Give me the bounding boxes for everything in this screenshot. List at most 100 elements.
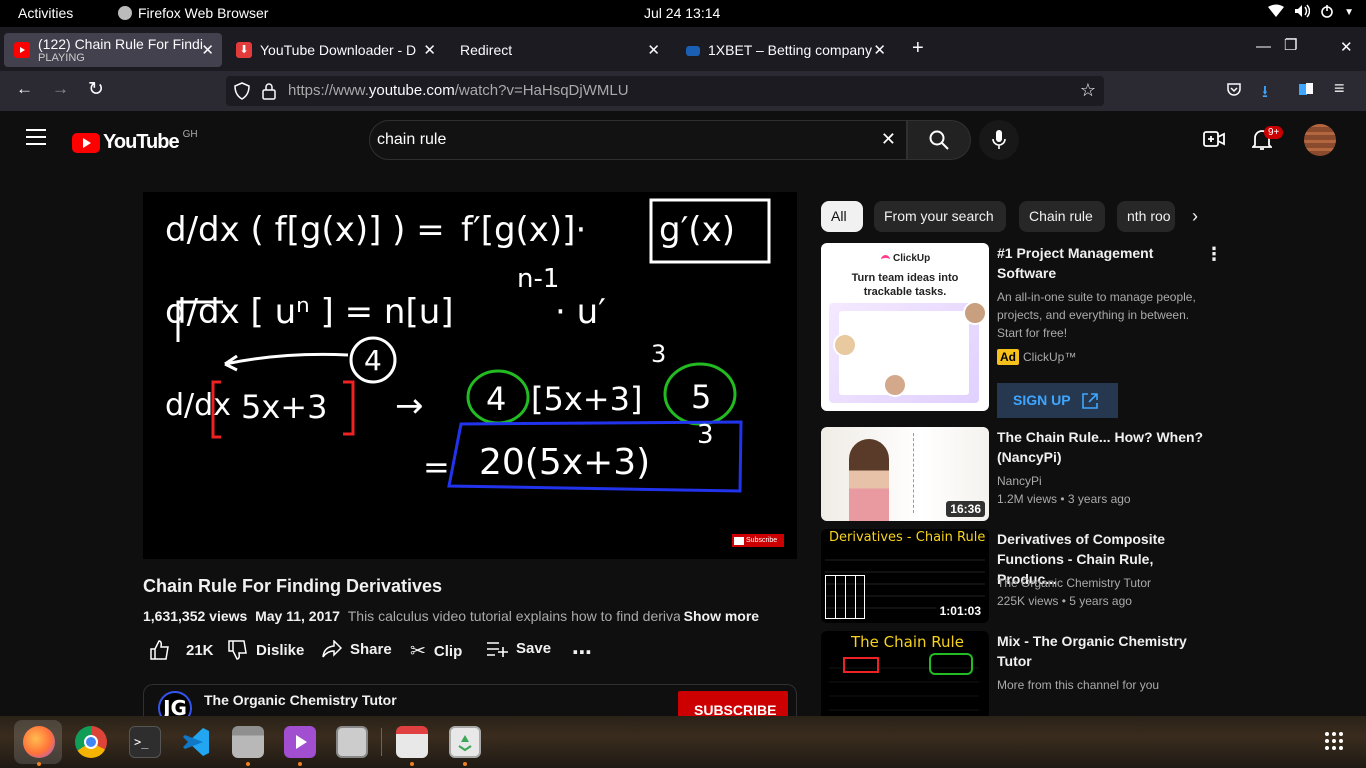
lock-icon[interactable] — [262, 82, 276, 104]
firefox-dock-icon[interactable] — [23, 726, 55, 758]
show-more-link[interactable]: Show more — [684, 608, 759, 624]
app-menu[interactable]: Firefox Web Browser — [118, 5, 268, 21]
close-tab-icon[interactable]: ✕ — [873, 41, 886, 59]
ad-advertiser: ClickUp™ — [1023, 350, 1077, 364]
system-tray[interactable]: ▼ — [1268, 4, 1354, 21]
running-indicator — [37, 762, 41, 766]
voice-search-button[interactable] — [979, 120, 1019, 160]
video-description-snippet[interactable]: 1,631,352 views May 11, 2017 This calcul… — [143, 608, 759, 624]
bookmark-star-icon[interactable]: ☆ — [1080, 80, 1096, 101]
shield-icon[interactable] — [234, 82, 250, 104]
clear-search-icon[interactable]: ✕ — [881, 129, 896, 150]
chip-all[interactable]: All — [821, 201, 863, 232]
new-tab-icon[interactable]: + — [912, 37, 924, 60]
hamburger-menu-icon[interactable] — [26, 129, 46, 150]
related-thumbnail[interactable]: The Chain Rule — [821, 631, 989, 716]
channel-card: JG The Organic Chemistry Tutor SUBSCRIBE — [143, 684, 797, 716]
ad-sign-up-button[interactable]: SIGN UP — [997, 383, 1118, 418]
forward-icon[interactable]: → — [52, 79, 69, 99]
search-input[interactable]: chain rule ✕ — [369, 120, 907, 160]
country-code: GH — [182, 129, 198, 140]
account-avatar[interactable] — [1304, 124, 1336, 156]
show-applications-icon[interactable] — [1324, 731, 1344, 756]
youtube-favicon-icon — [14, 42, 30, 58]
app-menu-icon[interactable]: ≡ — [1334, 78, 1345, 99]
youtube-watermark-icon — [734, 536, 744, 545]
create-video-icon[interactable] — [1203, 130, 1225, 153]
extensions-icon[interactable] — [1298, 81, 1314, 102]
save-button[interactable]: Save — [486, 640, 551, 657]
trash-dock-icon[interactable] — [449, 726, 481, 758]
tab-youtube-video[interactable]: (122) Chain Rule For Findi PLAYING ✕ — [4, 33, 222, 67]
close-tab-icon[interactable]: ✕ — [423, 41, 436, 59]
terminal-dock-icon[interactable]: >_ — [129, 726, 161, 758]
subscribe-watermark[interactable]: Subscribe — [732, 534, 784, 547]
related-channel[interactable]: The Organic Chemistry Tutor — [997, 574, 1151, 592]
wifi-icon — [1268, 4, 1285, 21]
related-channel[interactable]: NancyPi — [997, 472, 1042, 490]
board-line4-exponent: 3 — [697, 420, 714, 450]
ad-thumbnail[interactable]: ClickUp Turn team ideas into trackable t… — [821, 243, 989, 411]
board-line3-arrow: → — [395, 386, 424, 426]
chip-nth-root[interactable]: nth roo — [1117, 201, 1175, 232]
subscribe-button[interactable]: SUBSCRIBE — [678, 691, 788, 716]
related-title[interactable]: Mix - The Organic Chemistry Tutor — [997, 631, 1207, 671]
close-tab-icon[interactable]: ✕ — [201, 41, 214, 59]
video-player[interactable]: d/dx ( f[g(x)] ) = f′[g(x)]· g′(x) d/dx … — [143, 192, 797, 559]
board-line4-equals: = — [423, 448, 450, 486]
ad-attribution: Ad ClickUp™ — [997, 349, 1076, 365]
channel-name[interactable]: The Organic Chemistry Tutor — [204, 692, 397, 708]
chip-chain-rule[interactable]: Chain rule — [1019, 201, 1105, 232]
files-dock-icon[interactable] — [232, 726, 264, 758]
search-button[interactable] — [907, 120, 971, 160]
activities-button[interactable]: Activities — [18, 5, 73, 21]
ad-badge: Ad — [997, 349, 1019, 365]
tab-youtube-downloader[interactable]: ⬇ YouTube Downloader - D ✕ — [226, 33, 444, 67]
minimize-icon[interactable]: — — [1256, 38, 1271, 55]
more-actions-icon[interactable]: ⋯ — [572, 640, 592, 665]
url-bar[interactable]: https://www.youtube.com/watch?v=HaHsqDjW… — [226, 76, 1104, 106]
screenshot-dock-icon[interactable] — [396, 726, 428, 758]
running-indicator — [246, 762, 250, 766]
clickup-logo: ClickUp — [881, 253, 930, 264]
clock[interactable]: Jul 24 13:14 — [644, 5, 720, 21]
tab-strip: (122) Chain Rule For Findi PLAYING ✕ ⬇ Y… — [0, 27, 1366, 71]
channel-avatar[interactable]: JG — [158, 691, 192, 716]
related-title[interactable]: The Chain Rule... How? When? (NancyPi) — [997, 427, 1207, 467]
running-indicator — [298, 762, 302, 766]
maximize-icon[interactable]: ❐ — [1284, 36, 1297, 54]
related-thumbnail[interactable]: Derivatives - Chain Rule 1:01:03 — [821, 529, 989, 623]
downloads-icon[interactable]: ⭳ — [1262, 79, 1268, 108]
app-name: Firefox Web Browser — [138, 5, 269, 21]
youtube-logo[interactable]: YouTube GH — [72, 129, 198, 154]
close-tab-icon[interactable]: ✕ — [647, 41, 660, 59]
clip-button[interactable]: ✂ Clip — [410, 640, 462, 663]
board-line2: d/dx [ uⁿ ] = n[u] — [165, 292, 454, 332]
related-channel[interactable]: More from this channel for you — [997, 676, 1159, 694]
video-player-dock-icon[interactable] — [284, 726, 316, 758]
image-viewer-dock-icon[interactable] — [336, 726, 368, 758]
thumbnail-title-text: The Chain Rule — [851, 633, 964, 651]
close-window-icon[interactable]: ✕ — [1340, 38, 1353, 56]
vscode-dock-icon[interactable] — [180, 726, 212, 758]
pocket-icon[interactable] — [1226, 81, 1242, 102]
ad-more-options-icon[interactable]: ⋮ — [1205, 244, 1223, 265]
like-button[interactable]: 21K — [150, 640, 214, 660]
video-title: Chain Rule For Finding Derivatives — [143, 576, 443, 596]
tab-redirect[interactable]: Redirect ✕ — [450, 33, 668, 67]
description-text: This calculus video tutorial explains ho… — [347, 608, 680, 624]
chips-next-chevron-icon[interactable]: › — [1192, 206, 1198, 227]
system-top-bar: Activities Firefox Web Browser Jul 24 13… — [0, 0, 1366, 27]
reload-icon[interactable]: ↻ — [88, 78, 104, 101]
microphone-icon — [992, 130, 1006, 149]
ad-title[interactable]: #1 Project Management Software — [997, 243, 1207, 283]
related-thumbnail[interactable]: 16:36 — [821, 427, 989, 521]
ad-description: An all-in-one suite to manage people, pr… — [997, 290, 1196, 340]
tab-1xbet[interactable]: 1XBET – Betting company ✕ — [676, 33, 894, 67]
dislike-button[interactable]: Dislike — [228, 640, 304, 660]
chip-from-your-search[interactable]: From your search — [874, 201, 1006, 232]
presenter-figure — [849, 439, 889, 521]
board-line1-right: f′[g(x)]· — [461, 210, 587, 250]
back-icon[interactable]: ← — [16, 79, 33, 99]
share-button[interactable]: Share — [322, 640, 392, 658]
